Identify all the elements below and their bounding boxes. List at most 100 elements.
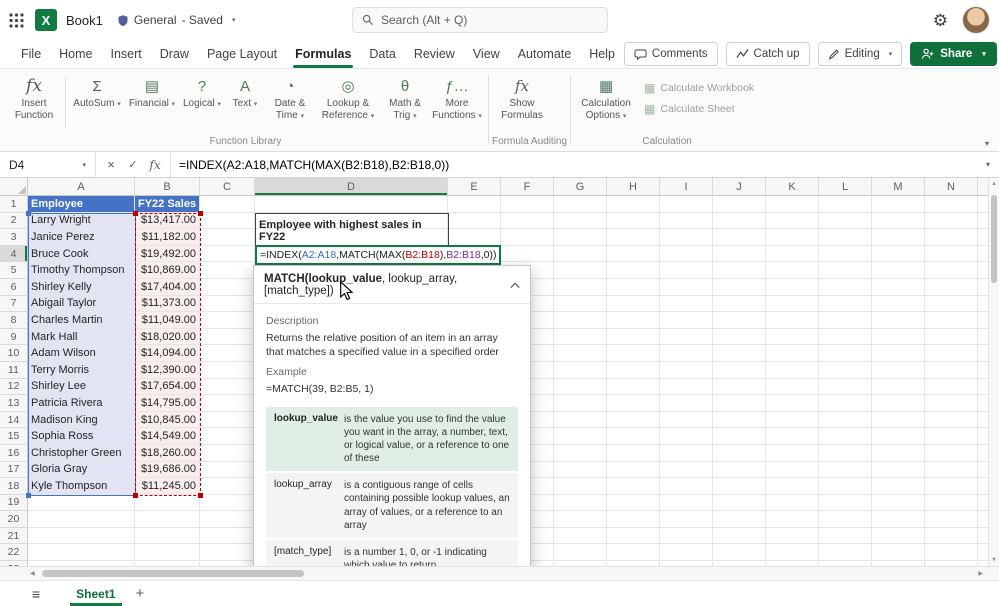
column-header-i[interactable]: I (660, 178, 713, 196)
cell-J2[interactable] (713, 213, 766, 230)
cell-N8[interactable] (925, 312, 978, 329)
column-header-b[interactable]: B (135, 178, 200, 196)
cell-G17[interactable] (554, 462, 607, 479)
cell-H4[interactable] (607, 246, 660, 263)
cell-B21[interactable] (135, 528, 200, 545)
cell-K5[interactable] (766, 262, 819, 279)
menu-tab-draw[interactable]: Draw (151, 40, 198, 68)
cell-L8[interactable] (819, 312, 872, 329)
cell-J3[interactable] (713, 229, 766, 246)
cell-K21[interactable] (766, 528, 819, 545)
cell-L14[interactable] (819, 412, 872, 429)
cell-D4[interactable] (255, 246, 448, 263)
cell-H3[interactable] (607, 229, 660, 246)
cell-K22[interactable] (766, 544, 819, 561)
cell-C2[interactable] (200, 213, 255, 230)
cell-H20[interactable] (607, 511, 660, 528)
cell-I13[interactable] (660, 395, 713, 412)
cell-A16[interactable]: Christopher Green (28, 445, 135, 462)
cell-I6[interactable] (660, 279, 713, 296)
cell-I12[interactable] (660, 379, 713, 396)
cell-A13[interactable]: Patricia Rivera (28, 395, 135, 412)
cell-G15[interactable] (554, 428, 607, 445)
lookup-reference-button[interactable]: ◎ Lookup & Reference ▾ (315, 72, 381, 134)
cell-A19[interactable] (28, 495, 135, 512)
cell-A12[interactable]: Shirley Lee (28, 379, 135, 396)
cell-H2[interactable] (607, 213, 660, 230)
cell-K14[interactable] (766, 412, 819, 429)
row-header-19[interactable]: 19 (0, 495, 28, 512)
cell-H13[interactable] (607, 395, 660, 412)
menu-tab-formulas[interactable]: Formulas (286, 40, 360, 68)
row-header-14[interactable]: 14 (0, 412, 28, 429)
cell-J22[interactable] (713, 544, 766, 561)
cell-B2[interactable]: $13,417.00 (135, 213, 200, 230)
cell-F2[interactable] (501, 213, 554, 230)
column-header-c[interactable]: C (200, 178, 255, 196)
column-header-k[interactable]: K (766, 178, 819, 196)
cell-K12[interactable] (766, 379, 819, 396)
cell-B22[interactable] (135, 544, 200, 561)
cell-G6[interactable] (554, 279, 607, 296)
cell-J19[interactable] (713, 495, 766, 512)
cell-B18[interactable]: $11,245.00 (135, 478, 200, 495)
cell-G18[interactable] (554, 478, 607, 495)
cell-G19[interactable] (554, 495, 607, 512)
cell-J9[interactable] (713, 329, 766, 346)
excel-logo-icon[interactable]: X (35, 9, 57, 31)
cell-F4[interactable] (501, 246, 554, 263)
settings-gear-icon[interactable]: ⚙ (933, 12, 948, 29)
cell-C6[interactable] (200, 279, 255, 296)
row-header-12[interactable]: 12 (0, 379, 28, 396)
cell-N6[interactable] (925, 279, 978, 296)
menu-tab-data[interactable]: Data (360, 40, 404, 68)
cell-K15[interactable] (766, 428, 819, 445)
cell-C11[interactable] (200, 362, 255, 379)
cell-G1[interactable] (554, 196, 607, 213)
search-input[interactable]: Search (Alt + Q) (352, 7, 608, 33)
cell-K8[interactable] (766, 312, 819, 329)
cell-C15[interactable] (200, 428, 255, 445)
cell-N21[interactable] (925, 528, 978, 545)
cell-J10[interactable] (713, 345, 766, 362)
profile-avatar[interactable] (963, 7, 989, 33)
cell-B8[interactable]: $11,049.00 (135, 312, 200, 329)
row-header-21[interactable]: 21 (0, 528, 28, 545)
cell-L15[interactable] (819, 428, 872, 445)
column-header-e[interactable]: E (448, 178, 501, 196)
vertical-scrollbar-thumb[interactable] (991, 195, 997, 283)
more-functions-button[interactable]: ƒ… More Functions ▾ (429, 72, 485, 134)
cell-M8[interactable] (872, 312, 925, 329)
cell-K18[interactable] (766, 478, 819, 495)
cell-M21[interactable] (872, 528, 925, 545)
cell-L6[interactable] (819, 279, 872, 296)
cell-L10[interactable] (819, 345, 872, 362)
calculation-options-button[interactable]: ▦ Calculation Options ▾ (574, 72, 638, 134)
cell-A14[interactable]: Madison King (28, 412, 135, 429)
cell-C1[interactable] (200, 196, 255, 213)
select-all-corner[interactable] (0, 178, 28, 196)
menu-tab-insert[interactable]: Insert (102, 40, 151, 68)
cell-L3[interactable] (819, 229, 872, 246)
cell-J11[interactable] (713, 362, 766, 379)
autosum-button[interactable]: Σ AutoSum ▾ (69, 72, 125, 134)
cell-F3[interactable] (501, 229, 554, 246)
cell-L16[interactable] (819, 445, 872, 462)
menu-tab-review[interactable]: Review (405, 40, 464, 68)
menu-tab-help[interactable]: Help (580, 40, 624, 68)
logical-button[interactable]: ? Logical ▾ (179, 72, 225, 134)
cell-G8[interactable] (554, 312, 607, 329)
calculate-sheet-button[interactable]: ▦ Calculate Sheet (644, 103, 754, 115)
cell-I17[interactable] (660, 462, 713, 479)
cell-A6[interactable]: Shirley Kelly (28, 279, 135, 296)
cell-N10[interactable] (925, 345, 978, 362)
cell-I9[interactable] (660, 329, 713, 346)
cell-A1[interactable]: Employee (28, 196, 135, 213)
cell-J5[interactable] (713, 262, 766, 279)
cell-M2[interactable] (872, 213, 925, 230)
app-launcher-button[interactable] (0, 0, 32, 40)
cell-N3[interactable] (925, 229, 978, 246)
cell-J14[interactable] (713, 412, 766, 429)
cell-H10[interactable] (607, 345, 660, 362)
menu-tab-view[interactable]: View (464, 40, 509, 68)
